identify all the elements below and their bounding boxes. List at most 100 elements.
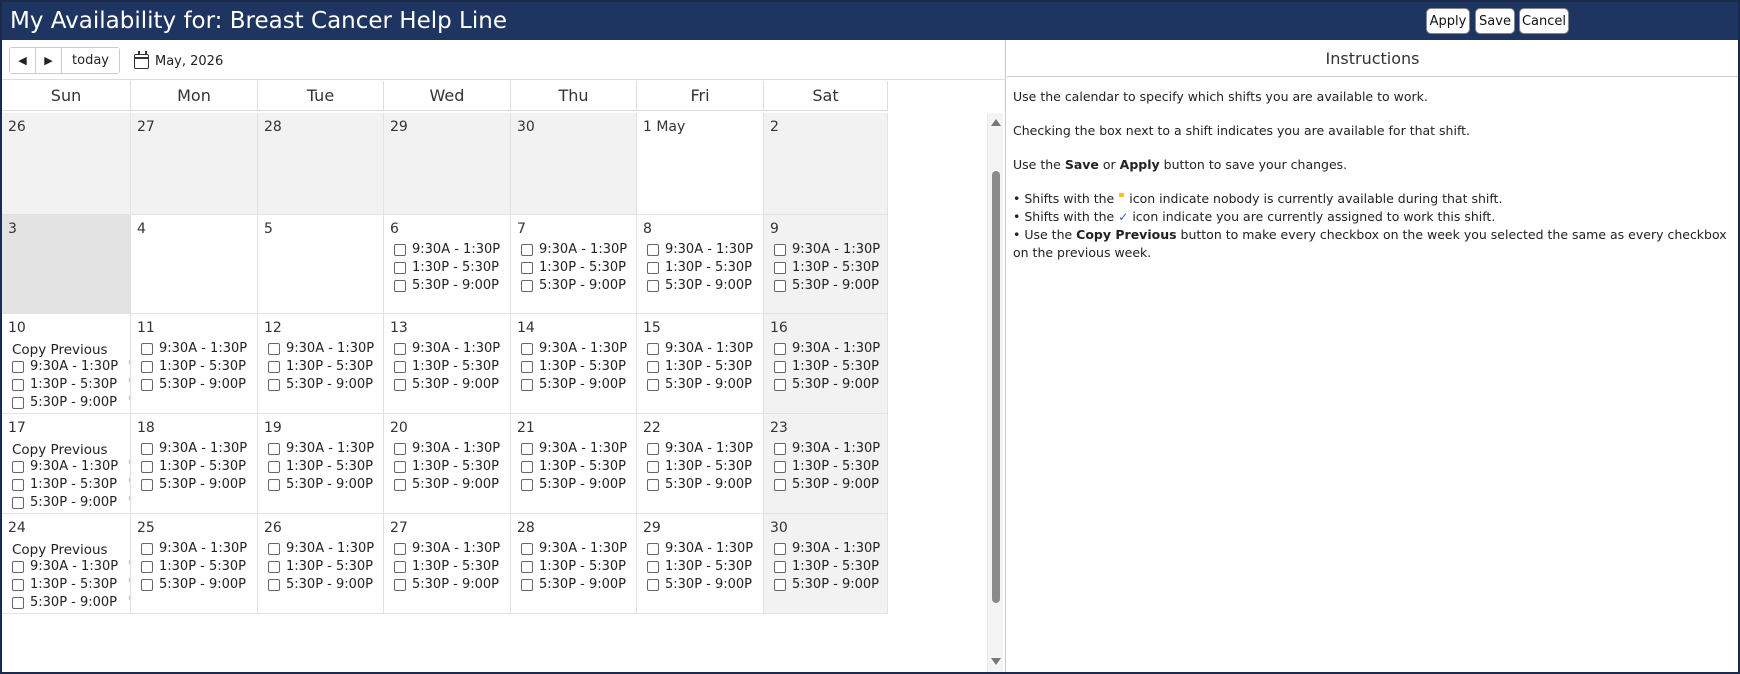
apply-button[interactable]: Apply bbox=[1426, 8, 1470, 34]
shift-checkbox[interactable] bbox=[521, 379, 533, 391]
shift-checkbox[interactable] bbox=[394, 579, 406, 591]
shift-checkbox[interactable] bbox=[12, 461, 24, 473]
shift-checkbox[interactable] bbox=[521, 244, 533, 256]
cancel-button[interactable]: Cancel bbox=[1519, 8, 1569, 34]
shift-checkbox[interactable] bbox=[12, 379, 24, 391]
shift-checkbox[interactable] bbox=[141, 343, 153, 355]
shift-checkbox[interactable] bbox=[647, 443, 659, 455]
shift-checkbox[interactable] bbox=[647, 262, 659, 274]
shift-checkbox[interactable] bbox=[774, 461, 786, 473]
copy-previous-button[interactable]: Copy Previous bbox=[12, 542, 108, 558]
shift-checkbox[interactable] bbox=[394, 543, 406, 555]
shift-checkbox[interactable] bbox=[141, 443, 153, 455]
shift-checkbox[interactable] bbox=[774, 244, 786, 256]
scroll-up-arrow-icon[interactable] bbox=[991, 119, 1001, 126]
shift-checkbox[interactable] bbox=[141, 361, 153, 373]
shift-checkbox[interactable] bbox=[521, 461, 533, 473]
shift-option: 5:30P - 9:00P bbox=[521, 376, 636, 394]
shift-time-label: 1:30P - 5:30P bbox=[412, 559, 500, 574]
shift-checkbox[interactable] bbox=[394, 479, 406, 491]
shift-option: 5:30P - 9:00P bbox=[141, 476, 257, 494]
shift-checkbox[interactable] bbox=[647, 280, 659, 292]
shift-checkbox[interactable] bbox=[647, 244, 659, 256]
shift-checkbox[interactable] bbox=[268, 543, 280, 555]
shift-checkbox[interactable] bbox=[12, 561, 24, 573]
shift-checkbox[interactable] bbox=[774, 262, 786, 274]
day-cell: 26 9:30A - 1:30P 1:30P - 5:30P 5:30P - 9:00… bbox=[258, 514, 384, 614]
shift-checkbox[interactable] bbox=[394, 244, 406, 256]
shift-checkbox[interactable] bbox=[521, 443, 533, 455]
shift-checkbox[interactable] bbox=[141, 561, 153, 573]
shift-checkbox[interactable] bbox=[647, 343, 659, 355]
shift-checkbox[interactable] bbox=[394, 443, 406, 455]
shift-checkbox[interactable] bbox=[774, 343, 786, 355]
shift-checkbox[interactable] bbox=[774, 280, 786, 292]
shift-checkbox[interactable] bbox=[647, 479, 659, 491]
shift-checkbox[interactable] bbox=[774, 379, 786, 391]
prev-month-button[interactable]: ◀ bbox=[10, 48, 36, 73]
shift-checkbox[interactable] bbox=[12, 579, 24, 591]
calendar-scrollbar[interactable] bbox=[987, 113, 1003, 672]
shift-checkbox[interactable] bbox=[268, 379, 280, 391]
instructions-text: or bbox=[1098, 157, 1120, 172]
shift-checkbox[interactable] bbox=[268, 561, 280, 573]
day-cell: 8 9:30A - 1:30P 1:30P - 5:30P 5:30P - 9:00P bbox=[637, 215, 764, 314]
shift-checkbox[interactable] bbox=[521, 579, 533, 591]
shift-checkbox[interactable] bbox=[268, 461, 280, 473]
shift-checkbox[interactable] bbox=[394, 461, 406, 473]
shift-checkbox[interactable] bbox=[268, 343, 280, 355]
shift-checkbox[interactable] bbox=[774, 361, 786, 373]
shift-checkbox[interactable] bbox=[521, 543, 533, 555]
shift-checkbox[interactable] bbox=[141, 543, 153, 555]
shift-checkbox[interactable] bbox=[521, 561, 533, 573]
shift-checkbox[interactable] bbox=[141, 579, 153, 591]
shift-checkbox[interactable] bbox=[521, 361, 533, 373]
save-button[interactable]: Save bbox=[1475, 8, 1515, 34]
shift-checkbox[interactable] bbox=[141, 461, 153, 473]
next-month-button[interactable]: ▶ bbox=[36, 48, 62, 73]
shift-checkbox[interactable] bbox=[12, 497, 24, 509]
shift-checkbox[interactable] bbox=[647, 461, 659, 473]
shift-checkbox[interactable] bbox=[521, 262, 533, 274]
copy-previous-button[interactable]: Copy Previous bbox=[12, 442, 108, 458]
shift-checkbox[interactable] bbox=[12, 479, 24, 491]
shift-checkbox[interactable] bbox=[394, 361, 406, 373]
shift-checkbox[interactable] bbox=[647, 579, 659, 591]
shift-checkbox[interactable] bbox=[268, 579, 280, 591]
shift-checkbox[interactable] bbox=[268, 479, 280, 491]
shift-checkbox[interactable] bbox=[12, 397, 24, 409]
shift-checkbox[interactable] bbox=[394, 379, 406, 391]
shift-time-label: 1:30P - 5:30P bbox=[286, 459, 374, 474]
shift-checkbox[interactable] bbox=[521, 343, 533, 355]
shift-checkbox[interactable] bbox=[394, 262, 406, 274]
shift-checkbox[interactable] bbox=[647, 379, 659, 391]
shift-checkbox[interactable] bbox=[774, 579, 786, 591]
shift-checkbox[interactable] bbox=[774, 443, 786, 455]
shift-checkbox[interactable] bbox=[774, 543, 786, 555]
shift-checkbox[interactable] bbox=[268, 443, 280, 455]
shift-checkbox[interactable] bbox=[521, 280, 533, 292]
copy-previous-button[interactable]: Copy Previous bbox=[12, 342, 108, 358]
shift-checkbox[interactable] bbox=[774, 561, 786, 573]
month-picker[interactable]: May, 2026 bbox=[134, 48, 223, 74]
shift-checkbox[interactable] bbox=[647, 543, 659, 555]
shift-option: 5:30P - 9:00P bbox=[268, 476, 383, 494]
shift-checkbox[interactable] bbox=[12, 361, 24, 373]
shift-checkbox[interactable] bbox=[394, 343, 406, 355]
shift-checkbox[interactable] bbox=[394, 280, 406, 292]
instructions-bullet-unstaffed: • Shifts with the icon indicate nobody is… bbox=[1013, 190, 1735, 208]
shift-checkbox[interactable] bbox=[647, 561, 659, 573]
shift-checkbox[interactable] bbox=[141, 379, 153, 391]
scroll-down-arrow-icon[interactable] bbox=[991, 658, 1001, 665]
shift-checkbox[interactable] bbox=[268, 361, 280, 373]
today-button[interactable]: today bbox=[62, 48, 119, 73]
shift-checkbox[interactable] bbox=[647, 361, 659, 373]
shift-checkbox[interactable] bbox=[141, 479, 153, 491]
shift-checkbox[interactable] bbox=[12, 597, 24, 609]
shift-checkbox[interactable] bbox=[521, 479, 533, 491]
shift-checkbox[interactable] bbox=[394, 561, 406, 573]
scrollbar-thumb[interactable] bbox=[992, 171, 1000, 603]
day-number: 16 bbox=[770, 320, 788, 336]
shift-time-label: 5:30P - 9:00P bbox=[792, 377, 880, 392]
shift-checkbox[interactable] bbox=[774, 479, 786, 491]
